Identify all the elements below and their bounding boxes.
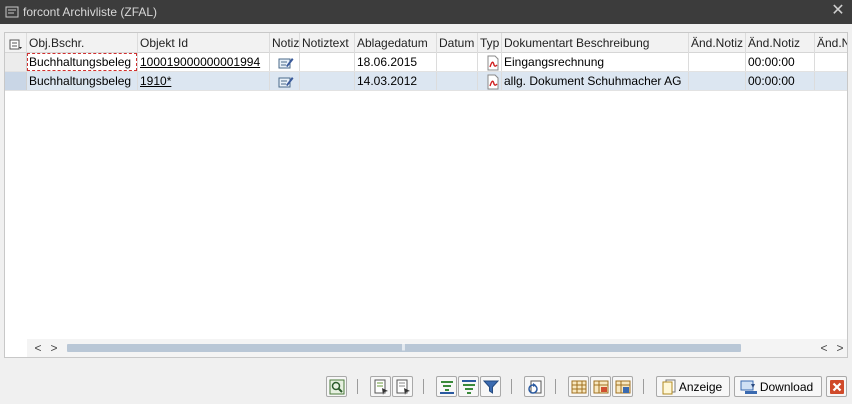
- cancel-button[interactable]: [826, 376, 847, 397]
- cell-ablagedatum: 14.03.2012: [355, 72, 437, 90]
- deselect-all-icon: [396, 379, 410, 395]
- col-notiztext[interactable]: Notiztext: [300, 33, 355, 53]
- cell-datum: [437, 72, 478, 90]
- change-layout-button[interactable]: [590, 376, 611, 397]
- col-notiz[interactable]: Notiz: [270, 33, 300, 53]
- sort-ascending-icon: [439, 380, 454, 394]
- row-selector[interactable]: [5, 53, 27, 71]
- toolbar-separator: [357, 379, 358, 394]
- cell-obj-bschr: Buchhaltungsbeleg: [27, 72, 138, 90]
- col-dokumentart[interactable]: Dokumentart Beschreibung: [502, 33, 689, 53]
- layout-menu-icon: [9, 39, 22, 50]
- cell-datum: [437, 53, 478, 71]
- bottom-toolbar: Anzeige Download: [0, 376, 852, 398]
- scrollbar-grip-icon: |||: [401, 344, 405, 351]
- col-ablagedatum[interactable]: Ablagedatum: [355, 33, 437, 53]
- note-edit-icon[interactable]: [277, 55, 295, 71]
- cell-notiz[interactable]: [270, 53, 300, 71]
- cell-and-notiz-1: [689, 72, 746, 90]
- scroll-right-end-icon[interactable]: >: [833, 341, 847, 355]
- refresh-button[interactable]: [524, 376, 545, 397]
- close-icon: [829, 379, 844, 394]
- change-layout-icon: [593, 380, 608, 393]
- select-all-icon: [374, 379, 388, 395]
- col-and-notiz-1[interactable]: Änd.Notiz: [689, 33, 746, 53]
- download-label: Download: [759, 379, 814, 394]
- cell-typ[interactable]: [478, 53, 502, 71]
- cell-dokumentart: allg. Dokument Schuhmacher AG: [502, 72, 689, 90]
- cell-typ[interactable]: [478, 72, 502, 90]
- table-row[interactable]: Buchhaltungsbeleg 100019000000001994 18.…: [5, 53, 847, 72]
- scroll-left-icon[interactable]: <: [31, 341, 45, 355]
- toolbar-separator: [555, 379, 556, 394]
- cell-notiz[interactable]: [270, 72, 300, 90]
- cell-objekt-id-link[interactable]: 100019000000001994: [138, 53, 270, 71]
- layout-button[interactable]: [568, 376, 589, 397]
- row-selector[interactable]: [5, 72, 27, 90]
- save-layout-icon: [615, 380, 630, 393]
- horizontal-scrollbar[interactable]: < > ||| < >: [27, 339, 847, 357]
- select-all-button[interactable]: [5, 33, 27, 53]
- pdf-file-icon[interactable]: [486, 55, 500, 71]
- scrollbar-thumb[interactable]: |||: [67, 344, 741, 352]
- cell-ablagedatum: 18.06.2015: [355, 53, 437, 71]
- anzeige-label: Anzeige: [678, 379, 723, 394]
- refresh-icon: [527, 380, 541, 394]
- cell-dokumentart: Eingangsrechnung: [502, 53, 689, 71]
- cell-obj-bschr: Buchhaltungsbeleg: [27, 53, 138, 71]
- cell-notiztext: [300, 72, 355, 90]
- download-button[interactable]: Download: [734, 376, 822, 397]
- cell-notiztext: [300, 53, 355, 71]
- sort-descending-button[interactable]: [458, 376, 479, 397]
- note-edit-icon[interactable]: [277, 74, 295, 90]
- sort-descending-icon: [461, 379, 476, 394]
- display-document-icon: [662, 379, 676, 394]
- cell-and-notiz-3: [815, 53, 847, 71]
- save-layout-button[interactable]: [612, 376, 633, 397]
- grid-header: Obj.Bschr. Objekt Id Notiz Notiztext Abl…: [5, 33, 847, 53]
- col-and-notiz-2[interactable]: Änd.Notiz: [746, 33, 815, 53]
- table-row[interactable]: Buchhaltungsbeleg 1910* 14.03.2012 allg.…: [5, 72, 847, 91]
- select-all-rows-button[interactable]: [370, 376, 391, 397]
- close-icon[interactable]: ✕: [830, 3, 846, 19]
- window-icon: [5, 6, 19, 18]
- cell-and-notiz-1: [689, 53, 746, 71]
- col-and-notiz-3[interactable]: Änd.N: [815, 33, 847, 53]
- col-objekt-id[interactable]: Objekt Id: [138, 33, 270, 53]
- col-typ[interactable]: Typ: [478, 33, 502, 53]
- cell-and-notiz-2: 00:00:00: [746, 72, 815, 90]
- toolbar-separator: [643, 379, 644, 394]
- filter-button[interactable]: [480, 376, 501, 397]
- cell-and-notiz-3: [815, 72, 847, 90]
- table-layout-icon: [571, 380, 586, 393]
- scroll-right-icon[interactable]: >: [47, 341, 61, 355]
- search-button[interactable]: [326, 376, 347, 397]
- toolbar-separator: [511, 379, 512, 394]
- filter-icon: [482, 380, 499, 394]
- cell-objekt-id-link[interactable]: 1910*: [138, 72, 270, 90]
- anzeige-button[interactable]: Anzeige: [656, 376, 730, 397]
- search-icon: [329, 379, 344, 394]
- window-titlebar: forcont Archivliste (ZFAL) ✕: [0, 0, 852, 24]
- deselect-all-rows-button[interactable]: [392, 376, 413, 397]
- toolbar-separator: [423, 379, 424, 394]
- col-obj-bschr[interactable]: Obj.Bschr.: [27, 33, 138, 53]
- archive-list-grid: Obj.Bschr. Objekt Id Notiz Notiztext Abl…: [4, 32, 848, 358]
- sort-ascending-button[interactable]: [436, 376, 457, 397]
- cell-and-notiz-2: 00:00:00: [746, 53, 815, 71]
- pdf-file-icon[interactable]: [486, 74, 500, 90]
- col-datum[interactable]: Datum: [437, 33, 478, 53]
- scroll-left-end-icon[interactable]: <: [817, 341, 831, 355]
- download-icon: [740, 380, 757, 394]
- window-title: forcont Archivliste (ZFAL): [23, 5, 158, 19]
